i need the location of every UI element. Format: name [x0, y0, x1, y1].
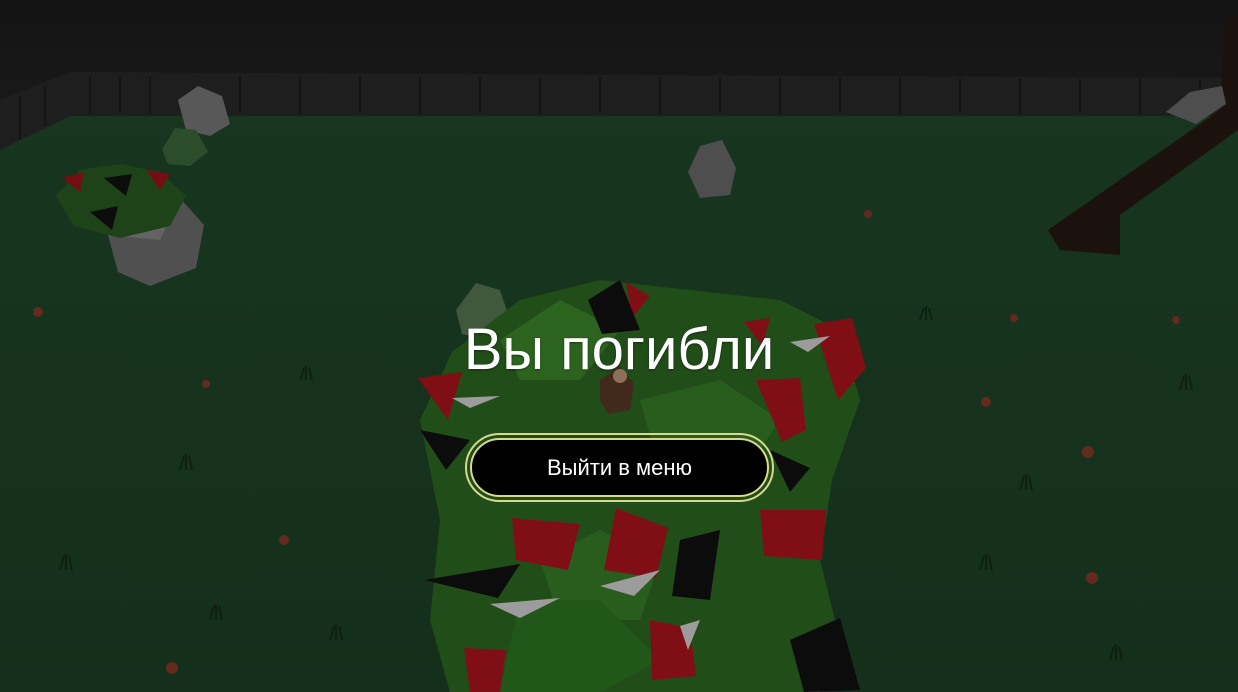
game-over-screen: Вы погибли Выйти в меню — [0, 0, 1238, 692]
exit-to-menu-label: Выйти в меню — [470, 438, 769, 497]
game-over-title: Вы погибли — [463, 317, 775, 382]
exit-to-menu-button[interactable]: Выйти в меню — [465, 433, 774, 502]
